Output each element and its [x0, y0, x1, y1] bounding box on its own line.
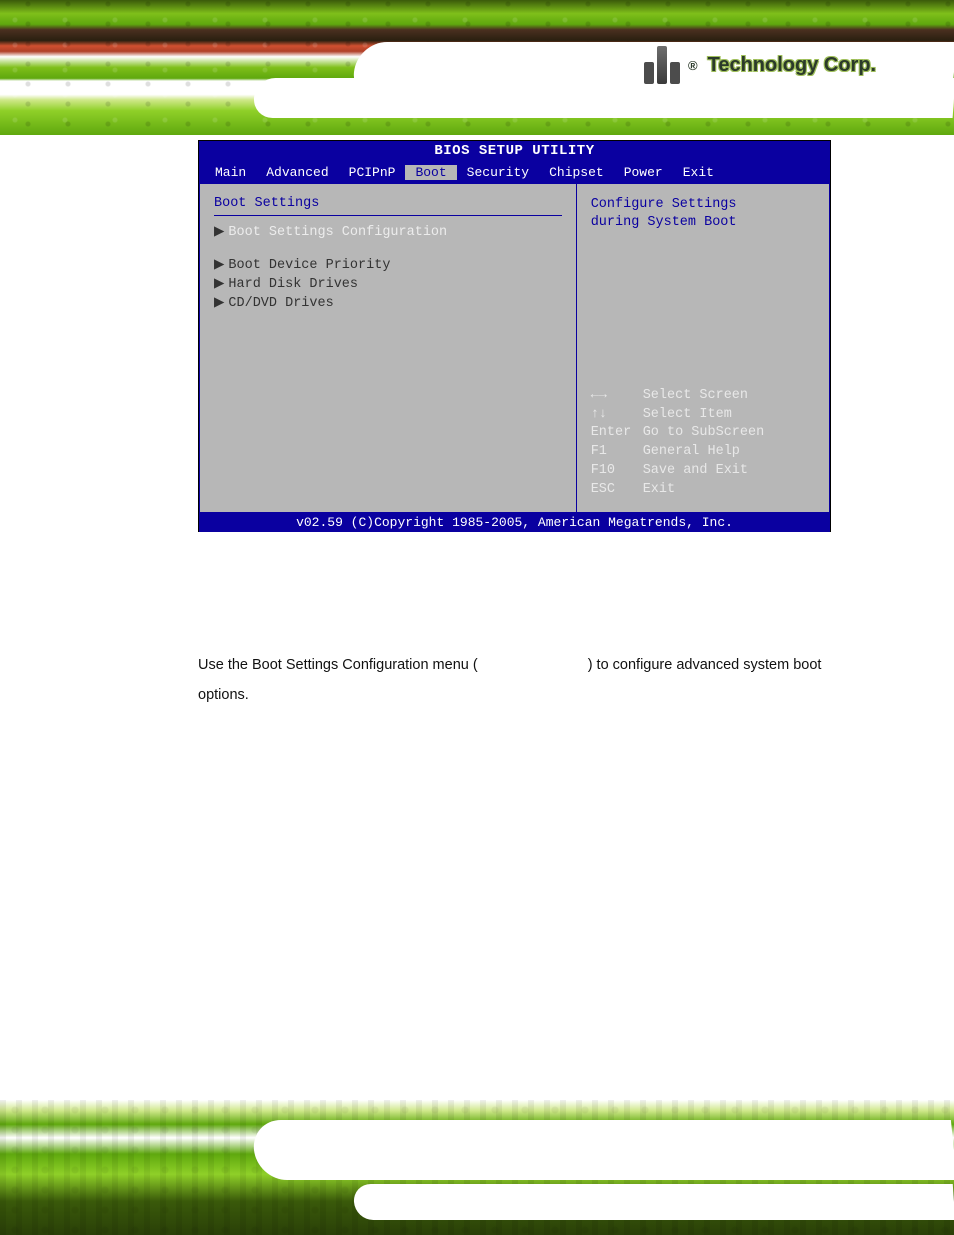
triangle-right-icon: ▶ — [214, 277, 224, 292]
bios-tab-boot[interactable]: Boot — [405, 165, 456, 180]
bios-title: BIOS SETUP UTILITY — [199, 141, 830, 161]
bios-menu-item[interactable]: ▶ Boot Settings Configuration — [214, 222, 562, 241]
document-paragraph: Use the Boot Settings Configuration menu… — [198, 650, 831, 711]
bios-tab-advanced[interactable]: Advanced — [256, 165, 338, 180]
para-part-1: Use the Boot Settings Configuration menu… — [198, 657, 478, 673]
bios-menu-item[interactable]: ▶ Boot Device Priority — [214, 255, 562, 274]
footer-swoosh-1 — [251, 1120, 954, 1180]
bios-menu-item[interactable]: ▶ Hard Disk Drives — [214, 274, 562, 293]
triangle-right-icon: ▶ — [214, 258, 224, 273]
triangle-right-icon: ▶ — [214, 296, 224, 311]
bios-setup-screenshot: BIOS SETUP UTILITY Main Advanced PCIPnP … — [198, 140, 831, 532]
bios-body: Boot Settings ▶ Boot Settings Configurati… — [199, 183, 830, 513]
bios-tab-main[interactable]: Main — [205, 165, 256, 180]
bios-item-label: Hard Disk Drives — [228, 277, 358, 292]
footer-decorative-band — [0, 1100, 954, 1235]
bios-divider — [214, 215, 562, 216]
bios-help-text: Configure Settings during System Boot — [591, 196, 815, 232]
header-decorative-band: ® Technology Corp. — [0, 0, 954, 135]
brand-logo: ® Technology Corp. — [644, 40, 924, 90]
bios-help-line: during System Boot — [591, 214, 815, 232]
key-name: ESC — [591, 481, 643, 500]
key-label: Exit — [643, 482, 675, 497]
bios-tab-exit[interactable]: Exit — [673, 165, 724, 180]
triangle-right-icon: ▶ — [214, 225, 224, 240]
bios-item-label: Boot Settings Configuration — [228, 225, 447, 240]
bios-key-legend: ←→Select Screen ↑↓Select Item EnterGo to… — [591, 387, 815, 500]
key-name: Enter — [591, 424, 643, 443]
bios-tab-bar: Main Advanced PCIPnP Boot Security Chips… — [199, 161, 830, 183]
bios-tab-pcipnp[interactable]: PCIPnP — [339, 165, 406, 180]
bios-tab-security[interactable]: Security — [457, 165, 539, 180]
registered-mark: ® — [688, 58, 698, 73]
key-label: Save and Exit — [643, 463, 748, 478]
key-name: ←→ — [591, 387, 643, 406]
bios-left-pane: Boot Settings ▶ Boot Settings Configurati… — [199, 183, 577, 513]
bios-help-line: Configure Settings — [591, 196, 815, 214]
brand-company-text: Technology Corp. — [708, 54, 877, 77]
bios-tab-power[interactable]: Power — [614, 165, 673, 180]
bios-right-pane: Configure Settings during System Boot ←→… — [577, 183, 830, 513]
bios-footer-copyright: v02.59 (C)Copyright 1985-2005, American … — [199, 513, 830, 532]
logo-icon — [644, 46, 680, 84]
bios-section-heading: Boot Settings — [214, 196, 562, 211]
bios-item-label: Boot Device Priority — [228, 258, 390, 273]
footer-swoosh-2 — [353, 1184, 954, 1220]
key-name: F10 — [591, 462, 643, 481]
bios-tab-chipset[interactable]: Chipset — [539, 165, 614, 180]
key-label: General Help — [643, 444, 740, 459]
bios-menu-item[interactable]: ▶ CD/DVD Drives — [214, 293, 562, 312]
key-label: Select Screen — [643, 388, 748, 403]
key-label: Go to SubScreen — [643, 425, 765, 440]
key-name: ↑↓ — [591, 406, 643, 425]
key-name: F1 — [591, 443, 643, 462]
bios-item-label: CD/DVD Drives — [228, 296, 333, 311]
key-label: Select Item — [643, 407, 732, 422]
